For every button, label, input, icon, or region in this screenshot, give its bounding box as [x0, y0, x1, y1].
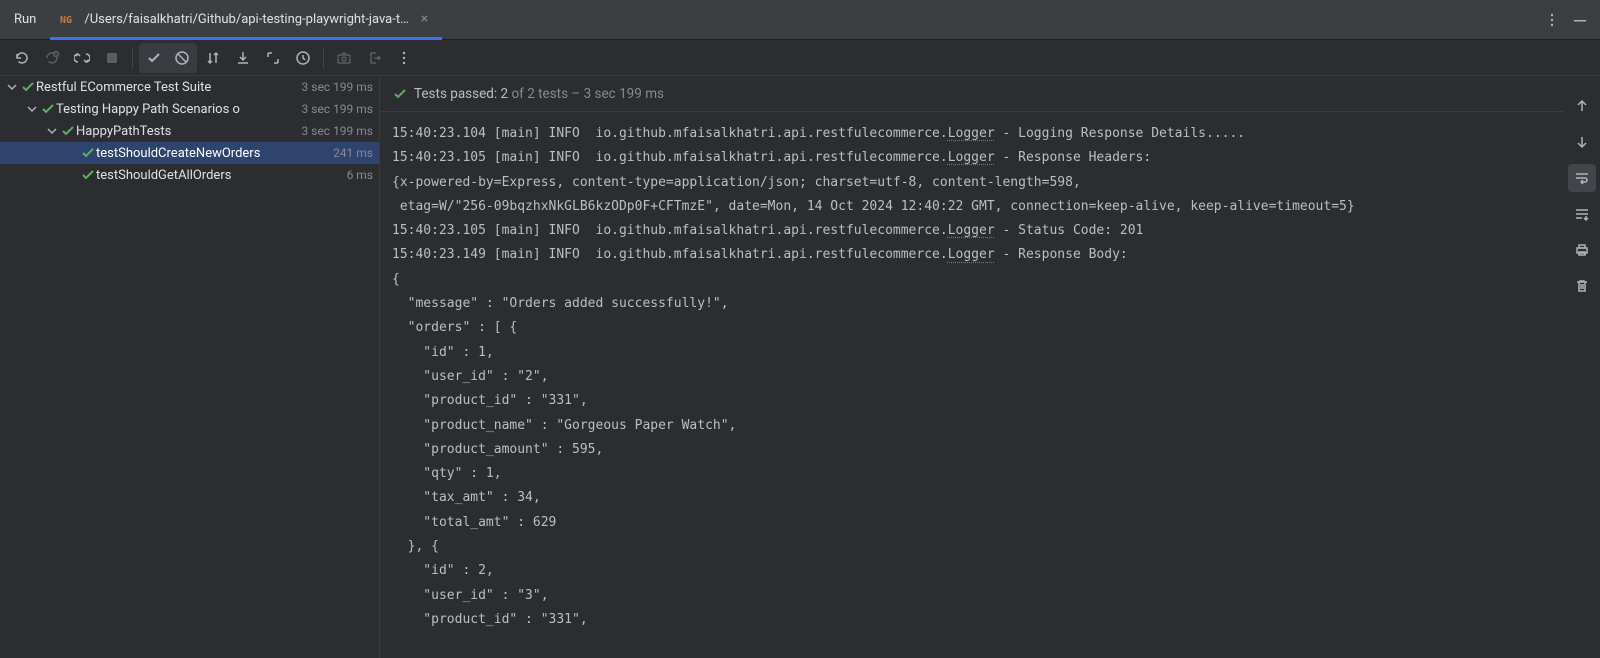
scroll-down-icon[interactable]	[1568, 128, 1596, 156]
console-output[interactable]: 15:40:23.104 [main] INFO io.github.mfais…	[380, 112, 1564, 658]
stop-icon[interactable]	[98, 44, 126, 72]
scroll-end-icon[interactable]	[1568, 200, 1596, 228]
filter-group	[139, 43, 197, 73]
chevron-down-icon[interactable]	[44, 126, 60, 136]
scroll-up-icon[interactable]	[1568, 92, 1596, 120]
tree-time: 6 ms	[339, 168, 373, 182]
minimize-icon[interactable]	[1572, 12, 1588, 28]
tree-label: Testing Happy Path Scenarios o	[56, 102, 240, 117]
sort-icon[interactable]	[199, 44, 227, 72]
test-summary: Tests passed: 2 of 2 tests – 3 sec 199 m…	[380, 76, 1564, 112]
summary-rest: of 2 tests – 3 sec 199 ms	[508, 86, 664, 102]
history-icon[interactable]	[289, 44, 317, 72]
separator	[132, 48, 133, 68]
titlebar: Run NG /Users/faisalkhatri/Github/api-te…	[0, 0, 1600, 40]
run-toolbar	[0, 40, 1600, 76]
tree-time: 241 ms	[325, 146, 373, 160]
run-tool-label[interactable]: Run	[0, 0, 50, 39]
show-passed-icon[interactable]	[140, 44, 168, 72]
pass-icon	[80, 168, 96, 182]
trash-icon[interactable]	[1568, 272, 1596, 300]
toggle-autotest-icon[interactable]	[68, 44, 96, 72]
pass-icon	[20, 80, 36, 94]
show-ignored-icon[interactable]	[168, 44, 196, 72]
summary-text: Tests passed: 2 of 2 tests – 3 sec 199 m…	[414, 86, 664, 102]
titlebar-right	[1544, 12, 1600, 28]
close-icon[interactable]: ×	[417, 11, 432, 27]
tree-label: HappyPathTests	[76, 124, 171, 139]
tree-row-test[interactable]: testShouldGetAllOrders 6 ms	[0, 164, 379, 186]
tree-row-group[interactable]: Testing Happy Path Scenarios o 3 sec 199…	[0, 98, 379, 120]
pass-icon	[80, 146, 96, 160]
pass-icon	[392, 86, 408, 102]
svg-text:NG: NG	[60, 15, 72, 26]
more-vert-icon[interactable]	[1544, 12, 1560, 28]
tree-row-suite[interactable]: Restful ECommerce Test Suite 3 sec 199 m…	[0, 76, 379, 98]
run-tab[interactable]: NG /Users/faisalkhatri/Github/api-testin…	[50, 1, 442, 40]
tree-time: 3 sec 199 ms	[294, 102, 373, 116]
tree-time: 3 sec 199 ms	[294, 124, 373, 138]
pass-icon	[60, 124, 76, 138]
test-tree-panel: Restful ECommerce Test Suite 3 sec 199 m…	[0, 76, 380, 658]
separator	[323, 48, 324, 68]
summary-passed: 2	[501, 86, 509, 102]
exit-icon[interactable]	[360, 44, 388, 72]
tab-title: /Users/faisalkhatri/Github/api-testing-p…	[84, 12, 408, 27]
soft-wrap-icon[interactable]	[1568, 164, 1596, 192]
tree-label: testShouldCreateNewOrders	[96, 146, 260, 161]
rerun-icon[interactable]	[8, 44, 36, 72]
chevron-down-icon[interactable]	[4, 82, 20, 92]
expand-icon[interactable]	[259, 44, 287, 72]
output-panel: Tests passed: 2 of 2 tests – 3 sec 199 m…	[380, 76, 1564, 658]
summary-prefix: Tests passed:	[414, 86, 501, 102]
more-vert-icon[interactable]	[390, 44, 418, 72]
testng-icon: NG	[60, 11, 76, 27]
print-icon[interactable]	[1568, 236, 1596, 264]
tree-time: 3 sec 199 ms	[294, 80, 373, 94]
titlebar-left: Run NG /Users/faisalkhatri/Github/api-te…	[0, 0, 442, 39]
screenshot-icon[interactable]	[330, 44, 358, 72]
tree-label: Restful ECommerce Test Suite	[36, 80, 211, 95]
tree-row-test-selected[interactable]: testShouldCreateNewOrders 241 ms	[0, 142, 379, 164]
tree-row-group[interactable]: HappyPathTests 3 sec 199 ms	[0, 120, 379, 142]
main-area: Restful ECommerce Test Suite 3 sec 199 m…	[0, 76, 1600, 658]
console-gutter	[1564, 76, 1600, 658]
import-icon[interactable]	[229, 44, 257, 72]
pass-icon	[40, 102, 56, 116]
rerun-failed-icon[interactable]	[38, 44, 66, 72]
tree-label: testShouldGetAllOrders	[96, 168, 231, 183]
chevron-down-icon[interactable]	[24, 104, 40, 114]
